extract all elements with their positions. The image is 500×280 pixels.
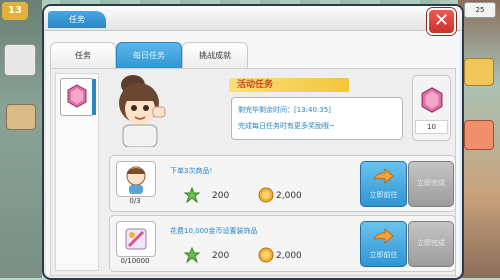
green-star-icon	[183, 186, 201, 204]
tab-achievements[interactable]: 挑战成就	[182, 42, 248, 69]
category-list	[55, 73, 99, 271]
customer-avatar-icon	[116, 161, 156, 197]
close-icon: ✕	[433, 10, 450, 31]
event-banner-label: 活动任务	[237, 80, 274, 90]
go-now-button[interactable]: 立即前往	[360, 221, 407, 267]
star-reward-amount: 200	[212, 251, 230, 261]
player-level-badge: 13	[2, 2, 28, 20]
complete-now-label: 立即完成	[417, 179, 445, 187]
dialog-title: 任务	[48, 11, 106, 28]
gold-coin-icon	[258, 187, 274, 203]
arrow-right-icon	[373, 228, 394, 245]
complete-now-button[interactable]: 立即完成	[408, 221, 454, 267]
event-banner: 活动任务	[229, 78, 349, 92]
tab-content: 活动任务 剩完毕剩余时间：[13:40:35] 完成每日任务时有更多奖励哦~ 1…	[50, 68, 456, 276]
go-now-label: 立即前往	[369, 191, 398, 199]
task-progress: 0/3	[129, 197, 141, 205]
go-now-label: 立即前往	[369, 251, 398, 259]
arrow-right-icon	[373, 168, 394, 185]
pink-gem-icon	[67, 84, 87, 108]
dialog-titlebar: 任务	[44, 6, 462, 31]
side-icon-4[interactable]	[464, 120, 494, 150]
gold-coin-icon	[258, 247, 274, 263]
reward-value: 10	[415, 120, 448, 134]
coin-reward-amount: 2,000	[276, 251, 302, 261]
side-icon-1[interactable]	[4, 44, 36, 76]
task-progress: 0/10000	[120, 257, 150, 265]
complete-now-label: 立即完成	[417, 239, 445, 247]
tab-tasks[interactable]: 任务	[50, 42, 116, 69]
left-scene-strip	[0, 0, 42, 278]
close-button[interactable]: ✕	[427, 8, 456, 35]
task-row: 0/10000 花费10,000金币设置装饰品 200 2,000 立即前往 立…	[109, 215, 456, 272]
countdown-text: 剩完毕剩余时间：[13:40:35]	[238, 106, 331, 114]
info-bubble: 剩完毕剩余时间：[13:40:35] 完成每日任务时有更多奖励哦~	[231, 97, 403, 140]
star-reward-amount: 200	[212, 191, 230, 201]
tab-daily-tasks[interactable]: 每日任务	[116, 42, 182, 69]
green-star-icon	[183, 246, 201, 264]
decoration-icon	[116, 221, 156, 257]
guide-girl-character	[109, 71, 169, 148]
task-description: 花费10,000金币设置装饰品	[170, 227, 258, 235]
go-now-button[interactable]: 立即前往	[360, 161, 407, 207]
category-item-gem[interactable]	[60, 78, 96, 116]
complete-now-button[interactable]: 立即完成	[408, 161, 454, 207]
task-description: 下单3次商品!	[170, 167, 213, 175]
coin-reward-amount: 2,000	[276, 191, 302, 201]
pink-gem-icon	[421, 86, 443, 114]
task-row: 0/3 下单3次商品! 200 2,000 立即前往 立即完成	[109, 155, 456, 212]
side-icon-3[interactable]	[464, 58, 494, 86]
hint-text: 完成每日任务时有更多奖励哦~	[238, 122, 335, 130]
task-dialog: 任务 ✕ 任务 每日任务 挑战成就 活动任务 剩完毕剩余时间：[13:40:35…	[42, 4, 464, 280]
daily-reward-box[interactable]: 10	[412, 75, 451, 141]
top-right-counter[interactable]: 25	[464, 2, 496, 18]
side-icon-2[interactable]	[6, 104, 36, 130]
